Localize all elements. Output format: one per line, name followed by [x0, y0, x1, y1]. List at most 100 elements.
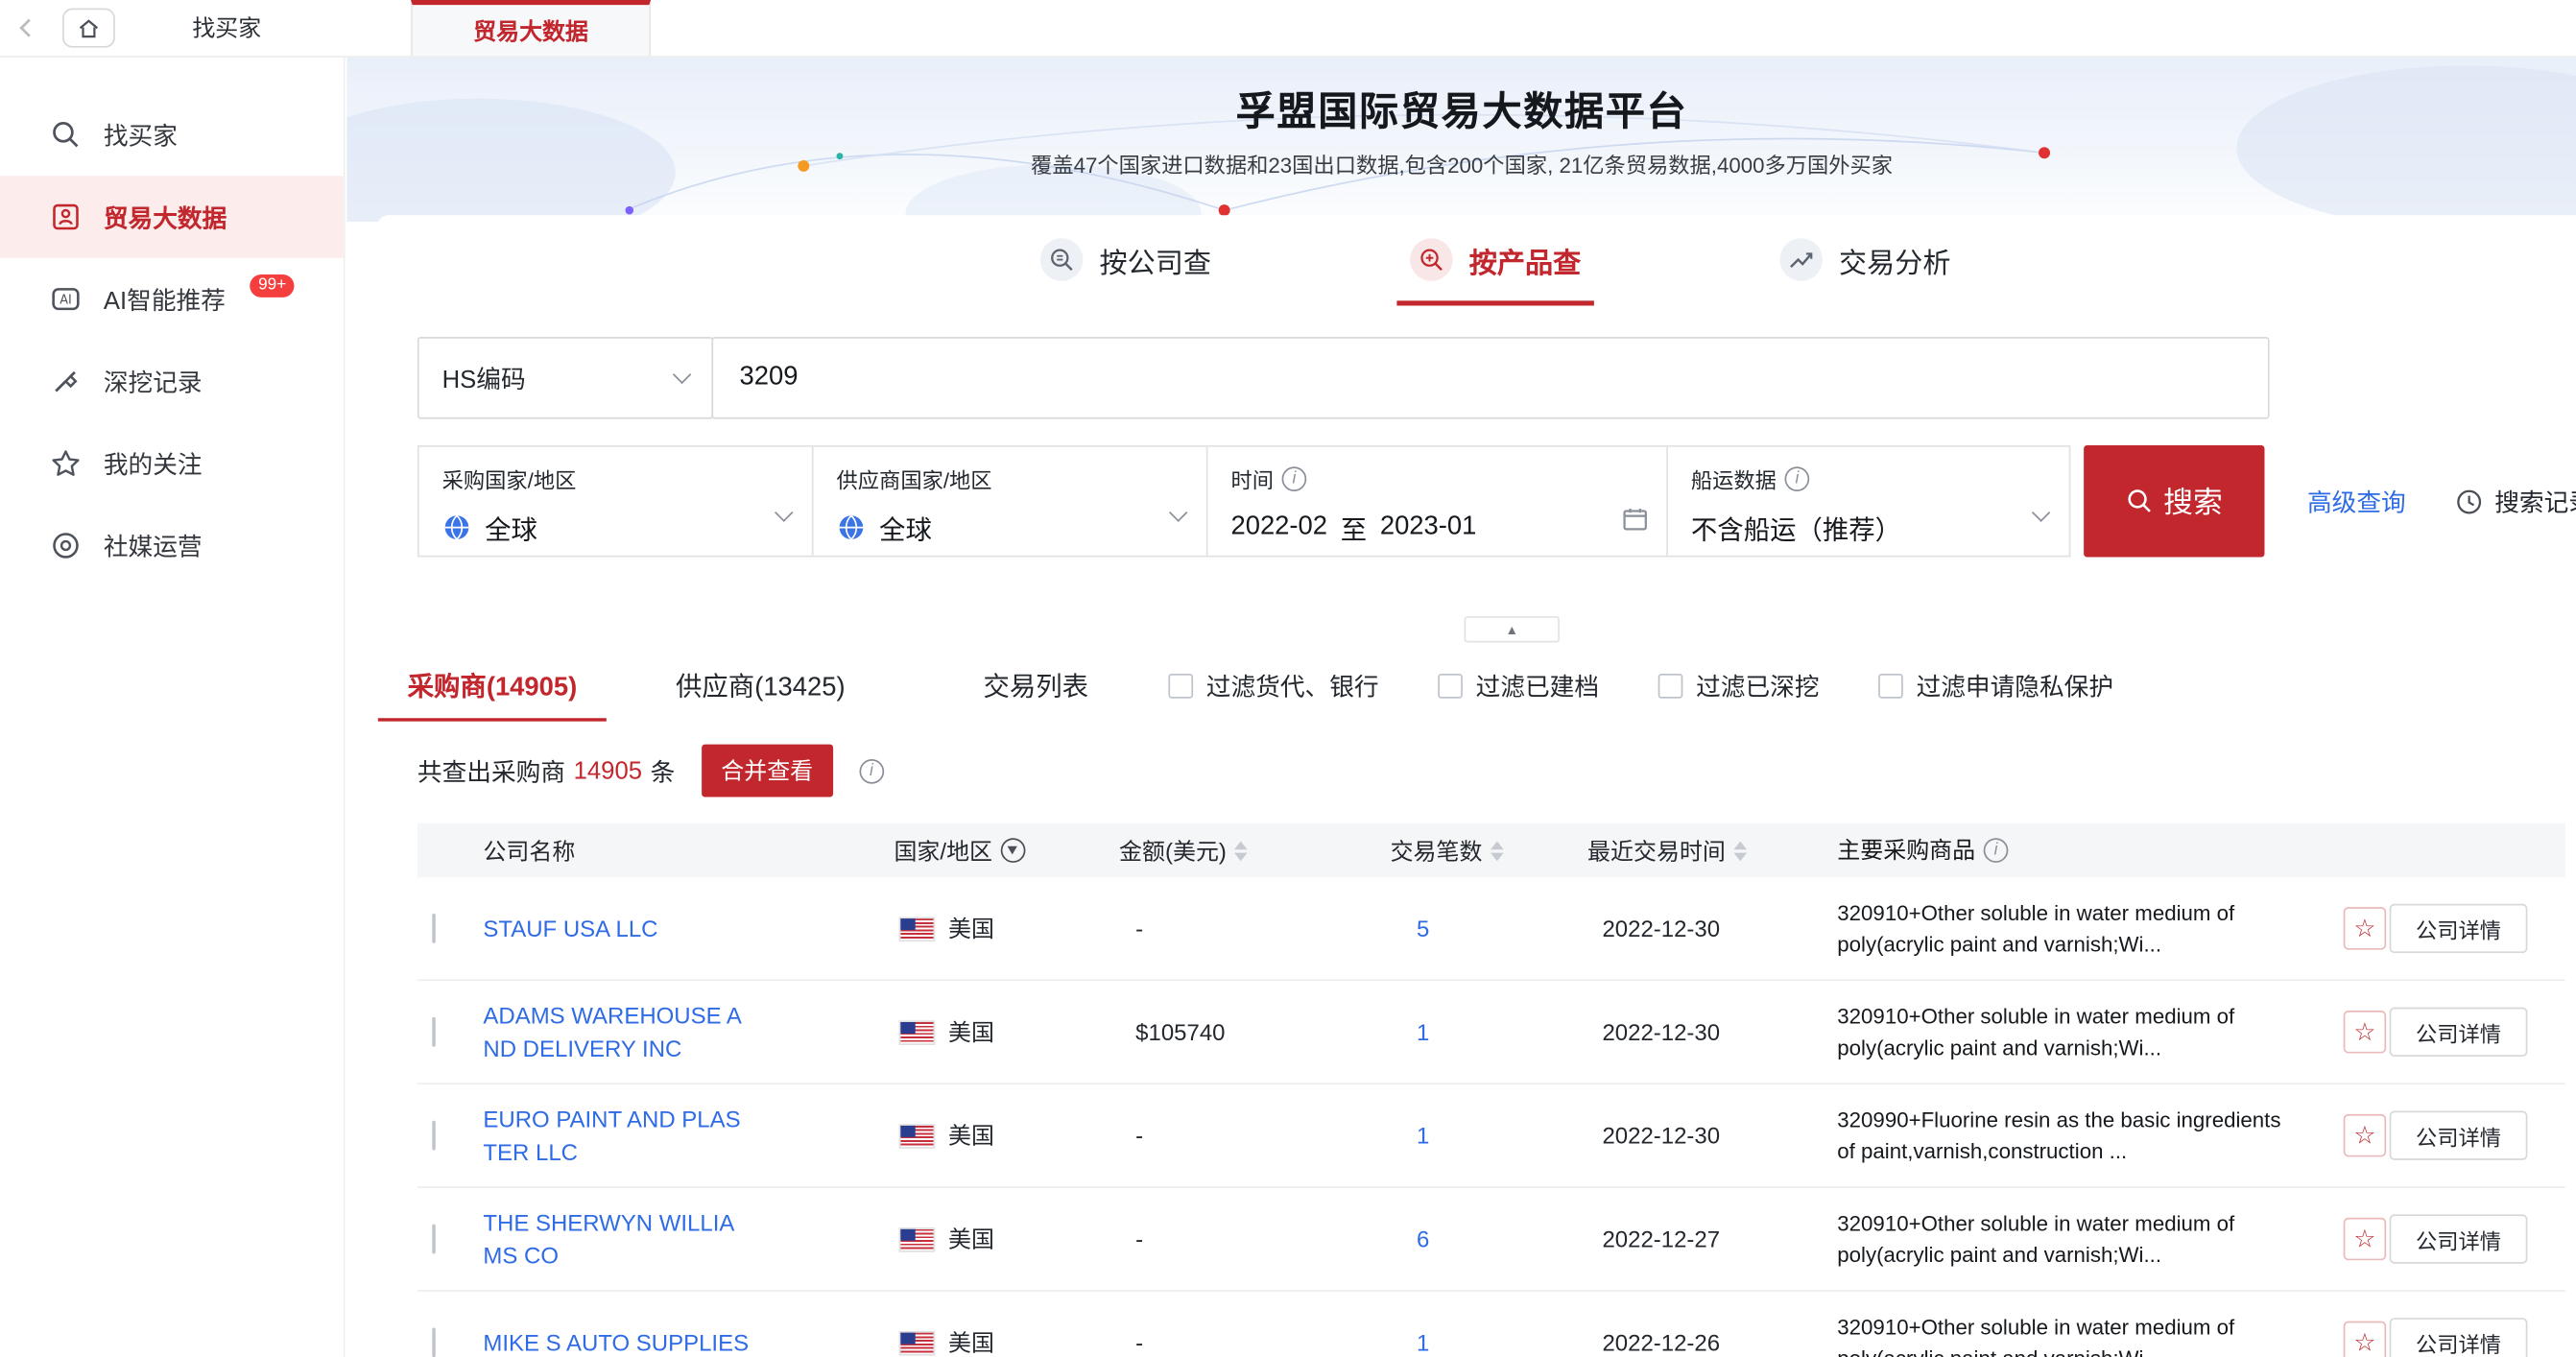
info-icon[interactable]: i	[1282, 466, 1307, 491]
checkbox-filter-forwarders-banks[interactable]: 过滤货代、银行	[1168, 668, 1378, 702]
info-icon[interactable]: i	[1984, 838, 2009, 863]
back-button[interactable]	[0, 0, 53, 56]
sidebar-item-social-media[interactable]: 社媒运营	[0, 505, 344, 587]
checkbox[interactable]	[1168, 673, 1193, 698]
row-checkbox[interactable]	[432, 914, 435, 943]
company-detail-button[interactable]: 公司详情	[2390, 1110, 2528, 1159]
tab-search-by-company[interactable]: 按公司查	[1027, 226, 1224, 306]
company-link[interactable]: STAUF USA LLC	[483, 915, 657, 940]
time-from[interactable]: 2022-02	[1230, 512, 1327, 542]
company-cell: STAUF USA LLC	[483, 912, 894, 945]
merge-view-button[interactable]: 合并查看	[702, 745, 833, 798]
favorite-button[interactable]: ☆	[2344, 1218, 2387, 1261]
star-cell: ☆	[2314, 1114, 2390, 1157]
topbar-tab-find-buyer[interactable]: 找买家	[115, 0, 339, 56]
favorite-button[interactable]: ☆	[2344, 1321, 2387, 1357]
table-body: STAUF USA LLC 美国 - 5 2022-12-30 320910+O…	[417, 877, 2565, 1357]
advanced-search-link[interactable]: 高级查询	[2307, 445, 2406, 557]
ai-icon: AI	[49, 283, 82, 316]
table-row: EURO PAINT AND PLASTER LLC 美国 - 1 2022-1…	[417, 1084, 2565, 1188]
time-range-filter[interactable]: 时间 i 2022-02 至 2023-01	[1208, 447, 1668, 556]
deals-cell: 1	[1391, 1019, 1587, 1045]
deals-link[interactable]: 1	[1417, 1329, 1429, 1355]
checkbox[interactable]	[1438, 673, 1463, 698]
sort-icon[interactable]	[1733, 841, 1747, 861]
detail-cell: 公司详情	[2390, 1318, 2541, 1357]
sidebar-item-my-follows[interactable]: 我的关注	[0, 422, 344, 505]
search-input[interactable]	[711, 337, 2269, 419]
country-label: 美国	[948, 1119, 994, 1152]
us-flag-icon	[899, 1123, 936, 1148]
tab-label: 按产品查	[1469, 239, 1581, 280]
company-detail-button[interactable]: 公司详情	[2390, 1214, 2528, 1263]
company-detail-button[interactable]: 公司详情	[2390, 1318, 2528, 1357]
search-icon	[49, 118, 82, 151]
calendar-icon	[1622, 506, 1648, 540]
supplier-country-filter[interactable]: 供应商国家/地区 全球	[814, 447, 1208, 556]
search-button[interactable]: 搜索	[2084, 445, 2264, 557]
row-checkbox[interactable]	[432, 1017, 435, 1047]
us-flag-icon	[899, 1330, 936, 1355]
company-search-icon	[1040, 238, 1084, 281]
deals-link[interactable]: 5	[1417, 916, 1429, 941]
time-to[interactable]: 2023-01	[1380, 512, 1477, 542]
sidebar-item-trade-data[interactable]: 贸易大数据	[0, 176, 344, 258]
header-products: 主要采购商品 i	[1837, 833, 2314, 868]
company-link[interactable]: EURO PAINT AND PLASTER LLC	[483, 1106, 740, 1165]
search-card: 按公司查 按产品查 交易分析 HS编码	[378, 215, 2576, 1357]
sidebar-item-dig-records[interactable]: 深挖记录	[0, 340, 344, 422]
country-filter-icon[interactable]	[1001, 838, 1026, 863]
checkbox[interactable]	[1658, 673, 1683, 698]
shipping-data-filter[interactable]: 船运数据 i 不含船运（推荐）	[1668, 447, 2069, 556]
row-checkbox[interactable]	[432, 1225, 435, 1254]
tab-transactions[interactable]: 交易列表	[954, 649, 1118, 721]
collapse-panel-button[interactable]: ▲	[1465, 616, 1560, 642]
app-root: 找买家 贸易大数据 找买家 贸易大数据 AI AI智能推荐 99+	[0, 0, 2576, 1357]
checkbox-filter-archived[interactable]: 过滤已建档	[1438, 668, 1599, 702]
row-checkbox[interactable]	[432, 1121, 435, 1151]
country-label: 美国	[948, 912, 994, 944]
tab-trade-analysis[interactable]: 交易分析	[1767, 226, 1964, 306]
buyer-country-filter[interactable]: 采购国家/地区 全球	[419, 447, 814, 556]
info-icon[interactable]: i	[859, 758, 884, 783]
products-cell: 320910+Other soluble in water medium of …	[1837, 1207, 2314, 1272]
favorite-button[interactable]: ☆	[2344, 1011, 2387, 1054]
row-checkbox[interactable]	[432, 1327, 435, 1357]
favorite-button[interactable]: ☆	[2344, 1114, 2387, 1157]
star-icon: ☆	[2353, 1017, 2375, 1047]
company-detail-button[interactable]: 公司详情	[2390, 1008, 2528, 1057]
home-icon	[77, 17, 100, 38]
star-icon: ☆	[2353, 914, 2375, 943]
checkbox-filter-deep-dug[interactable]: 过滤已深挖	[1658, 668, 1820, 702]
deals-cell: 1	[1391, 1122, 1587, 1148]
deals-link[interactable]: 6	[1417, 1226, 1429, 1251]
star-cell: ☆	[2314, 1218, 2390, 1261]
search-button-label: 搜索	[2163, 480, 2223, 523]
amount-cell: -	[1119, 1226, 1391, 1251]
topbar-tab-trade-data[interactable]: 贸易大数据	[411, 0, 651, 56]
company-detail-button[interactable]: 公司详情	[2390, 904, 2528, 953]
filter-row: 采购国家/地区 全球 供应商国家/地区	[417, 445, 2576, 557]
company-link[interactable]: THE SHERWYN WILLIAMS CO	[483, 1209, 734, 1269]
sort-icon[interactable]	[1234, 841, 1248, 861]
sidebar-item-ai-recommend[interactable]: AI AI智能推荐 99+	[0, 258, 344, 341]
deals-link[interactable]: 1	[1417, 1019, 1429, 1045]
search-type-select[interactable]: HS编码	[417, 337, 713, 419]
company-link[interactable]: MIKE S AUTO SUPPLIES	[483, 1329, 749, 1355]
tab-suppliers[interactable]: 供应商(13425)	[646, 649, 874, 721]
detail-cell: 公司详情	[2390, 1008, 2541, 1057]
sort-icon[interactable]	[1491, 841, 1504, 861]
deals-link[interactable]: 1	[1417, 1122, 1429, 1148]
info-icon[interactable]: i	[1785, 466, 1810, 491]
sidebar-item-find-buyer[interactable]: 找买家	[0, 94, 344, 177]
company-link[interactable]: ADAMS WAREHOUSE AND DELIVERY INC	[483, 1002, 742, 1061]
search-history-link[interactable]: 搜索记录	[2455, 445, 2576, 557]
checkbox-filter-privacy[interactable]: 过滤申请隐私保护	[1878, 668, 2113, 702]
tab-search-by-product[interactable]: 按产品查	[1396, 226, 1593, 306]
tab-buyers[interactable]: 采购商(14905)	[378, 649, 607, 721]
home-button[interactable]	[62, 9, 115, 48]
favorite-button[interactable]: ☆	[2344, 907, 2387, 950]
sidebar: 找买家 贸易大数据 AI AI智能推荐 99+ 深挖记录 我的关注	[0, 58, 346, 1357]
checkbox[interactable]	[1878, 673, 1903, 698]
detail-cell: 公司详情	[2390, 1110, 2541, 1159]
